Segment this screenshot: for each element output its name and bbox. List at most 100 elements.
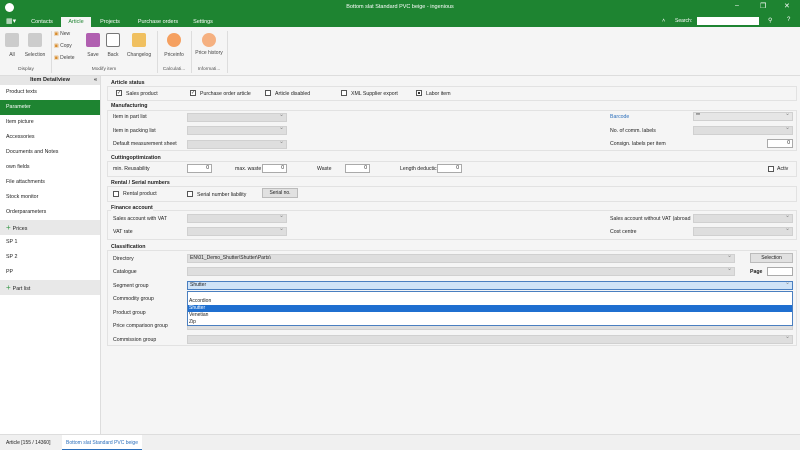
min-reusability-input[interactable]: 0 [187, 164, 212, 173]
title-bar: Bottom slat Standard PVC beige - ingenio… [0, 0, 800, 16]
sidebar-item-file-attachments[interactable]: File attachments [0, 175, 100, 190]
search-label: Search: [675, 18, 693, 24]
status-tab-item[interactable]: Bottom slat Standard PVC beige [62, 435, 142, 450]
status-tab-article[interactable]: Article [155 / 14360] [6, 440, 50, 446]
sidebar-item-parameter[interactable]: Parameter [0, 100, 100, 115]
plus-icon: + [6, 283, 11, 292]
collapse-ribbon-icon[interactable]: ˄ [662, 18, 665, 24]
sidebar-item-stock-monitor[interactable]: Stock monitor [0, 190, 100, 205]
sidebar-item-own-fields[interactable]: own fields [0, 160, 100, 175]
commission-group-combo[interactable] [187, 334, 793, 344]
sidebar-group-part-list[interactable]: + Part list [0, 280, 100, 295]
consign-labels-input[interactable]: 0 [767, 139, 793, 148]
back-button[interactable]: Back [105, 33, 121, 58]
close-icon[interactable]: ✕ [784, 2, 790, 10]
finance-title: Finance account [111, 205, 153, 211]
segment-group-combo[interactable]: Shutter [187, 280, 793, 290]
activ-checkbox[interactable] [768, 166, 774, 172]
sidebar-item-item-picture[interactable]: Item picture [0, 115, 100, 130]
max-waste-input[interactable]: 0 [262, 164, 287, 173]
purchase-order-article-checkbox[interactable]: ✓ [190, 90, 196, 96]
restore-icon[interactable]: ❐ [760, 2, 766, 10]
ribbon: All Selection Display ▣ New ▣ Copy ▣ Del… [0, 27, 800, 76]
tab-settings[interactable]: Settings [188, 17, 218, 27]
selection-button[interactable]: Selection [750, 253, 793, 263]
sales-account-vat-combo[interactable] [187, 213, 287, 223]
tab-contacts[interactable]: Contacts [24, 17, 60, 27]
sales-product-checkbox[interactable]: ✓ [116, 90, 122, 96]
display-all-button[interactable]: All [4, 33, 20, 58]
article-status-title: Article status [111, 80, 145, 86]
sidebar-item-pp[interactable]: PP [0, 265, 100, 280]
sidebar-group-prices[interactable]: + Prices [0, 220, 100, 235]
tab-article[interactable]: Article [61, 17, 91, 27]
binoculars-icon[interactable]: ⚲ [768, 17, 772, 24]
ribbon-tabs: ▦▾ Contacts Article Projects Purchase or… [0, 16, 800, 27]
table-icon [28, 33, 42, 47]
item-in-part-list-combo[interactable] [187, 112, 287, 122]
serial-no-button[interactable]: Serial no. [262, 188, 298, 198]
group-calc-label: Calculati... [162, 67, 186, 72]
euro-icon [167, 33, 181, 47]
tab-purchase-orders[interactable]: Purchase orders [130, 17, 186, 27]
sales-account-no-vat-combo[interactable] [693, 213, 793, 223]
vat-rate-combo[interactable] [187, 226, 287, 236]
page-input[interactable] [767, 267, 793, 276]
group-modify-label: Modify item [91, 67, 117, 72]
plus-icon: + [6, 223, 11, 232]
delete-button[interactable]: ▣ Delete [54, 55, 75, 61]
tab-projects[interactable]: Projects [93, 17, 127, 27]
save-button[interactable]: Save [85, 33, 101, 58]
sidebar-item-sp2[interactable]: SP 2 [0, 250, 100, 265]
sidebar-item-accessories[interactable]: Accessories [0, 130, 100, 145]
serial-number-liability-checkbox[interactable] [187, 191, 193, 197]
table-icon [5, 33, 19, 47]
barcode-link[interactable]: Barcode [610, 114, 629, 120]
sidebar: Item Detailview « Product texts Parameter… [0, 76, 101, 434]
catalogue-combo[interactable] [187, 266, 735, 276]
cost-centre-combo[interactable] [693, 226, 793, 236]
copy-icon: ▣ [54, 43, 59, 49]
rental-title: Rental / Serial numbers [111, 180, 170, 186]
comm-labels-combo[interactable] [693, 125, 793, 135]
item-in-packing-list-combo[interactable] [187, 125, 287, 135]
rental-product-checkbox[interactable] [113, 191, 119, 197]
sidebar-item-sp1[interactable]: SP 1 [0, 235, 100, 250]
priceinfo-button[interactable]: Priceinfo [160, 33, 188, 58]
changelog-button[interactable]: Changelog [124, 33, 154, 58]
copy-button[interactable]: ▣ Copy [54, 43, 72, 49]
manufacturing-title: Manufacturing [111, 103, 148, 109]
dropdown-option-selected[interactable]: Shutter [188, 305, 792, 312]
sidebar-header: Item Detailview « [0, 76, 100, 85]
collapse-sidebar-icon[interactable]: « [94, 76, 97, 85]
cutting-title: Cuttingoptimization [111, 155, 161, 161]
back-icon [106, 33, 120, 47]
new-icon: ▣ [54, 31, 59, 37]
dropdown-option[interactable]: Accordion [188, 298, 792, 305]
changelog-icon [132, 33, 146, 47]
save-icon [86, 33, 100, 47]
dropdown-option[interactable]: Venetian [188, 312, 792, 319]
waste-input[interactable]: 0 [345, 164, 370, 173]
help-icon[interactable]: ? [787, 17, 790, 23]
status-bar: Article [155 / 14360] Bottom slat Standa… [0, 434, 800, 450]
length-deduction-input[interactable]: 0 [437, 164, 462, 173]
search-input[interactable] [697, 17, 759, 25]
sidebar-item-product-texts[interactable]: Product texts [0, 85, 100, 100]
sidebar-item-orderparameters[interactable]: Orderparameters [0, 205, 100, 220]
new-button[interactable]: ▣ New [54, 31, 70, 37]
classification-title: Classification [111, 244, 146, 250]
labor-item-checkbox[interactable] [416, 90, 422, 96]
sidebar-item-documents[interactable]: Documents and Notes [0, 145, 100, 160]
price-history-button[interactable]: Price history [194, 33, 224, 56]
group-info-label: Informati... [197, 67, 221, 72]
barcode-field[interactable]: ** [693, 111, 793, 121]
app-menu-icon[interactable]: ▦▾ [6, 17, 16, 25]
measurement-sheet-combo[interactable] [187, 139, 287, 149]
article-disabled-checkbox[interactable] [265, 90, 271, 96]
xml-supplier-export-checkbox[interactable] [341, 90, 347, 96]
display-selection-button[interactable]: Selection [23, 33, 47, 58]
directory-combo[interactable]: EN\01_Demo_Shutter\Shutter\Parts\ [187, 253, 735, 263]
minimize-icon[interactable]: – [735, 2, 739, 9]
dropdown-option[interactable]: Zip [188, 319, 792, 326]
